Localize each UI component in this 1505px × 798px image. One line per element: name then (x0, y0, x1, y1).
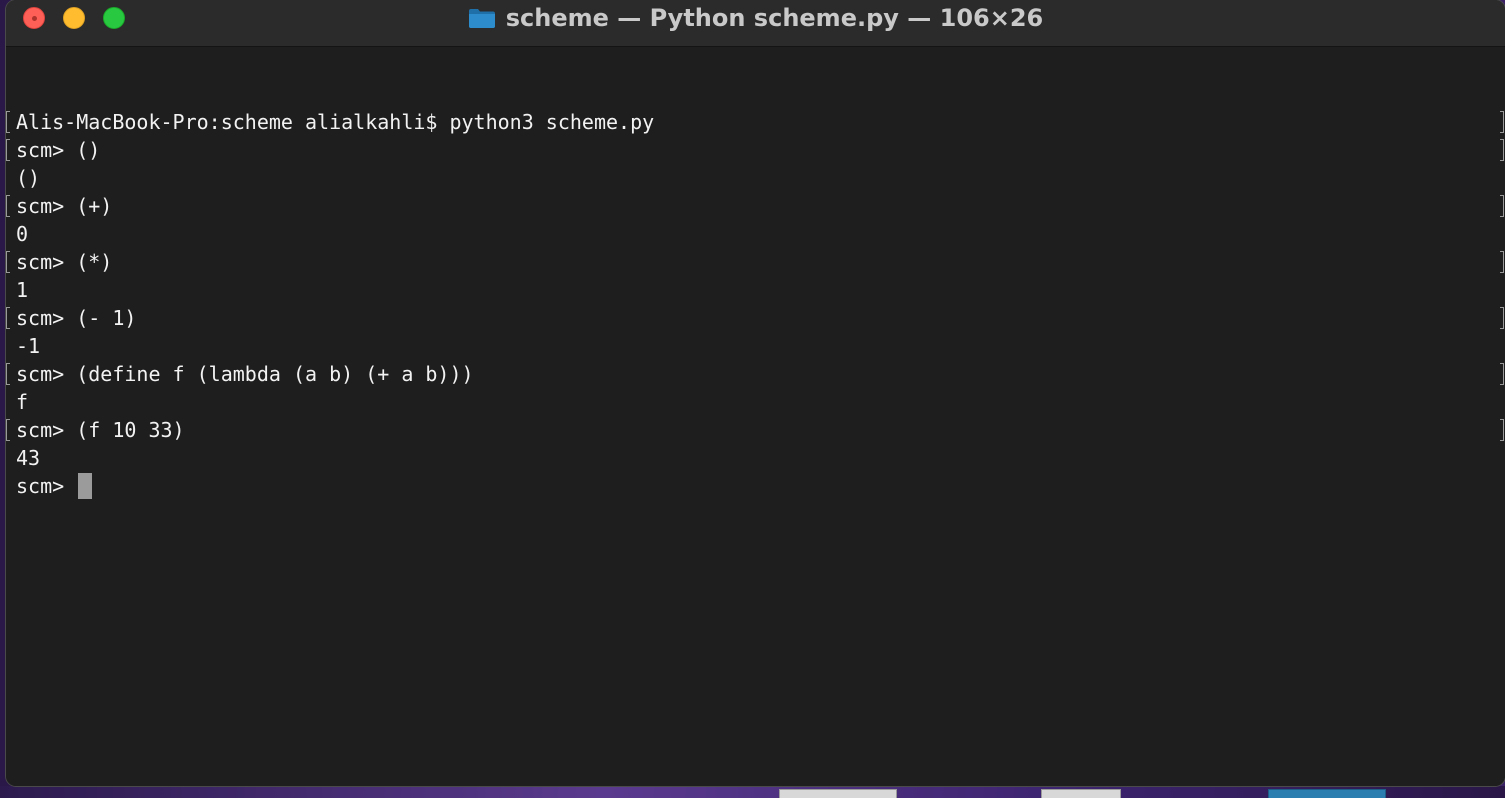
dock-window-thumbnail[interactable] (779, 789, 897, 798)
dock-window-thumbnail[interactable] (1268, 789, 1386, 798)
line-mark-right (1500, 251, 1504, 273)
terminal-line-text: scm> (- 1) (16, 306, 137, 330)
line-mark-right (1500, 195, 1504, 217)
terminal-line-text: 1 (16, 278, 29, 302)
terminal-line: scm> (define f (lambda (a b) (+ a b))) (6, 360, 1505, 388)
terminal-line-text: () (16, 166, 41, 190)
terminal-line-text: scm> () (16, 138, 101, 162)
line-mark-left (6, 111, 10, 133)
terminal-line-text: scm> (define f (lambda (a b) (+ a b))) (16, 362, 474, 386)
line-mark-left (6, 251, 10, 273)
terminal-line-text: Alis-MacBook-Pro:scheme alialkahli$ pyth… (16, 110, 655, 134)
desktop-background: scheme — Python scheme.py — 106×26 Alis-… (0, 0, 1505, 798)
terminal-line: () (6, 164, 1505, 192)
terminal-line-text: 43 (16, 446, 41, 470)
line-mark-right (1500, 419, 1504, 441)
text-cursor (78, 473, 93, 499)
prompt-line[interactable]: scm> (6, 472, 1505, 500)
prompt-label: scm> (16, 474, 77, 498)
line-mark-left (6, 307, 10, 329)
line-mark-left (6, 195, 10, 217)
terminal-line-text: scm> (+) (16, 194, 113, 218)
terminal-line-text: f (16, 390, 29, 414)
terminal-line: scm> (+) (6, 192, 1505, 220)
terminal-window: scheme — Python scheme.py — 106×26 Alis-… (6, 0, 1505, 786)
window-title-group: scheme — Python scheme.py — 106×26 (6, 0, 1505, 36)
window-title: scheme — Python scheme.py — 106×26 (505, 4, 1044, 32)
dock-window-thumbnail[interactable] (1041, 789, 1121, 798)
terminal-line: 0 (6, 220, 1505, 248)
title-bar[interactable]: scheme — Python scheme.py — 106×26 (6, 0, 1505, 47)
terminal-line: 1 (6, 276, 1505, 304)
line-mark-right (1500, 363, 1504, 385)
line-mark-left (6, 139, 10, 161)
terminal-line: scm> (f 10 33) (6, 416, 1505, 444)
terminal-line: scm> (- 1) (6, 304, 1505, 332)
folder-icon (468, 7, 496, 29)
terminal-content[interactable]: Alis-MacBook-Pro:scheme alialkahli$ pyth… (6, 47, 1505, 786)
line-mark-left (6, 419, 10, 441)
terminal-line: Alis-MacBook-Pro:scheme alialkahli$ pyth… (6, 108, 1505, 136)
terminal-line: scm> () (6, 136, 1505, 164)
line-mark-right (1500, 111, 1504, 133)
line-mark-right (1500, 307, 1504, 329)
terminal-line-text: 0 (16, 222, 29, 246)
terminal-line-text: -1 (16, 334, 41, 358)
terminal-line: f (6, 388, 1505, 416)
prompt-text: scm> (16, 472, 93, 500)
terminal-line: scm> (*) (6, 248, 1505, 276)
terminal-line-text: scm> (*) (16, 250, 113, 274)
terminal-line-text: scm> (f 10 33) (16, 418, 185, 442)
terminal-lines: Alis-MacBook-Pro:scheme alialkahli$ pyth… (6, 108, 1505, 500)
line-mark-right (1500, 139, 1504, 161)
terminal-line: 43 (6, 444, 1505, 472)
line-mark-left (6, 363, 10, 385)
terminal-line: -1 (6, 332, 1505, 360)
